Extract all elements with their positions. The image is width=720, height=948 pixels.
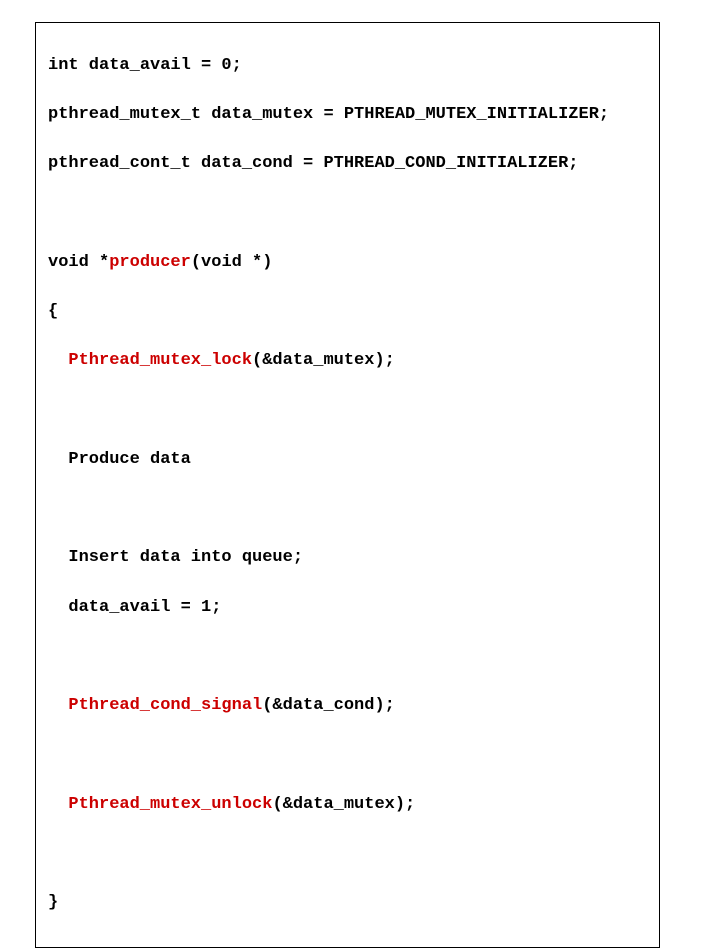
blank-line: [48, 497, 647, 522]
code-line: Pthread_mutex_unlock(&data_mutex);: [48, 793, 647, 818]
code-line: data_avail = 1;: [48, 596, 647, 621]
function-call: Pthread_mutex_lock: [68, 351, 252, 370]
code-line: }: [48, 891, 647, 916]
function-call: Pthread_cond_signal: [68, 696, 262, 715]
blank-line: [48, 645, 647, 670]
blank-line: [48, 842, 647, 867]
code-line: int data_avail = 0;: [48, 54, 647, 79]
code-text: int data_avail = 0;: [48, 56, 242, 75]
code-text: (&data_cond);: [262, 696, 395, 715]
code-text: (void *): [191, 253, 273, 272]
code-text: }: [48, 893, 58, 912]
code-line: Insert data into queue;: [48, 546, 647, 571]
code-text: (&data_mutex);: [272, 795, 415, 814]
code-text: pthread_mutex_t data_mutex = PTHREAD_MUT…: [48, 105, 609, 124]
code-listing: int data_avail = 0; pthread_mutex_t data…: [35, 22, 660, 948]
function-name: producer: [109, 253, 191, 272]
code-text: {: [48, 302, 58, 321]
code-text: Insert data into queue;: [68, 548, 303, 567]
code-text: (&data_mutex);: [252, 351, 395, 370]
code-text: void *: [48, 253, 109, 272]
code-text: pthread_cont_t data_cond = PTHREAD_COND_…: [48, 154, 579, 173]
function-call: Pthread_mutex_unlock: [68, 795, 272, 814]
blank-line: [48, 399, 647, 424]
code-line: Pthread_mutex_lock(&data_mutex);: [48, 349, 647, 374]
code-line: void *producer(void *): [48, 251, 647, 276]
blank-line: [48, 744, 647, 769]
blank-line: [48, 201, 647, 226]
code-line: pthread_cont_t data_cond = PTHREAD_COND_…: [48, 152, 647, 177]
code-line: pthread_mutex_t data_mutex = PTHREAD_MUT…: [48, 103, 647, 128]
code-line: {: [48, 300, 647, 325]
code-text: Produce data: [68, 450, 190, 469]
code-line: Pthread_cond_signal(&data_cond);: [48, 694, 647, 719]
code-text: data_avail = 1;: [68, 598, 221, 617]
code-line: Produce data: [48, 448, 647, 473]
